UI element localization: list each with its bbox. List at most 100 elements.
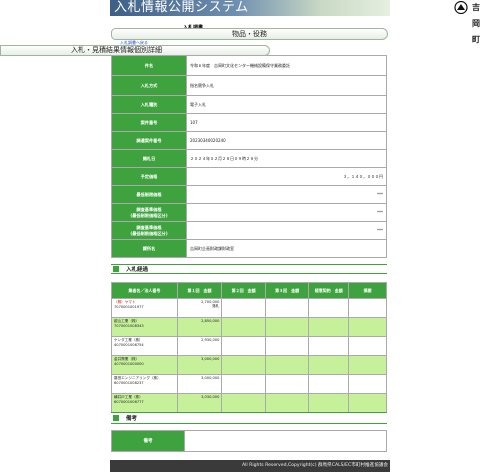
- empty-cell: [308, 355, 350, 375]
- info-value: ３，１４０，０００円: [186, 167, 387, 186]
- info-label: 入札種別: [111, 95, 187, 114]
- remarks-label: 備考: [111, 430, 185, 452]
- empty-cell: [221, 393, 266, 413]
- info-row: 案件番号 107: [111, 113, 387, 132]
- info-label: 開札日: [111, 149, 187, 168]
- info-value: 20230340020240: [186, 131, 387, 150]
- info-row: 調査基準価格 (最低制限価格区分) ***: [111, 221, 387, 240]
- table-row: 横井戸工業（株） 6070001006777 3,030,000: [111, 393, 387, 413]
- info-label: 案件番号: [111, 113, 187, 132]
- amount-value: 3,030,000: [201, 395, 220, 399]
- bidder-cell: 金井興業（株） 4070001000000: [111, 355, 178, 375]
- corporate-number: 6070001006777: [114, 400, 144, 404]
- corporate-number: 7070001001977: [114, 305, 144, 309]
- amount-value: 2,930,000: [201, 338, 220, 342]
- table-row: 越山工業（株） 7070001008343 2,850,000: [111, 317, 387, 337]
- empty-cell: [348, 317, 387, 337]
- amount-round1: 3,000,000: [176, 355, 223, 375]
- results-section-title: 入札経過: [126, 267, 149, 273]
- bidder-cell: 横井戸工業（株） 6070001006777: [111, 393, 178, 413]
- info-value: 指名競争入札: [186, 75, 387, 96]
- empty-cell: [348, 355, 387, 375]
- footer: All Rights Reserved,Copyright(c) 群馬県CALS…: [110, 460, 390, 472]
- town-name: 吉岡町: [472, 3, 480, 44]
- bid-info-table: 件名 令和６年度 吉岡町文化センター機械設備保守業務委託 入札方式 指名競争入札 入札種…: [111, 55, 387, 258]
- empty-cell: [348, 374, 387, 394]
- info-value: ***: [186, 203, 387, 222]
- corporate-number: 4070001006754: [114, 343, 144, 347]
- info-value: ***: [186, 185, 387, 204]
- info-label: 調達案件番号: [111, 131, 187, 150]
- info-row: 件名 令和６年度 吉岡町文化センター機械設備保守業務委託: [111, 55, 387, 76]
- empty-cell: [308, 298, 350, 318]
- remarks-table: 備考: [111, 430, 387, 452]
- info-row: 入札方式 指名競争入札: [111, 75, 387, 96]
- empty-cell: [264, 393, 310, 413]
- info-label: 予定価格: [111, 167, 187, 186]
- site-header: 入札情報公開システム 吉岡町: [110, 0, 480, 44]
- empty-cell: [264, 317, 310, 337]
- empty-cell: [308, 374, 350, 394]
- column-header: 随意契約 金額: [308, 282, 350, 299]
- amount-round1: 3,000,000: [176, 374, 223, 394]
- column-header: 第１回 金額: [176, 282, 223, 299]
- info-value: ***: [186, 221, 387, 240]
- empty-cell: [264, 374, 310, 394]
- info-label: 件名: [111, 55, 187, 76]
- amount-round1: 2,700,000 落札: [176, 298, 223, 318]
- section-marker: [113, 415, 119, 421]
- section-marker: [113, 266, 119, 272]
- info-value: 電子入札: [186, 95, 387, 114]
- info-label: 課所名: [111, 239, 187, 258]
- divider: [111, 264, 387, 265]
- info-row: 調達案件番号 20230340020240: [111, 131, 387, 150]
- empty-cell: [221, 298, 266, 318]
- info-label: 最低制限価格: [111, 185, 187, 204]
- info-value: ２０２４年０２月２８日０９時２８分: [186, 149, 387, 168]
- divider: [111, 273, 387, 274]
- amount-value: 3,000,000: [201, 376, 220, 380]
- info-value: 令和６年度 吉岡町文化センター機械設備保守業務委託: [186, 55, 387, 76]
- empty-cell: [264, 298, 310, 318]
- table-row: 藤田エンジニアリング（株） 6070001008237 3,000,000: [111, 374, 387, 394]
- info-label: 入札方式: [111, 75, 187, 96]
- bidder-cell: 藤田エンジニアリング（株） 6070001008237: [111, 374, 178, 394]
- bid-results-table: 業者名／法人番号 第１回 金額 第２回 金額 第３回 金額 随意契約 金額 摘要 （株）ヤ…: [111, 282, 387, 413]
- info-label: 調査基準価格 (最低制限価格区分): [111, 203, 187, 222]
- info-label: 調査基準価格 (最低制限価格区分): [111, 221, 187, 240]
- amount-value: 3,000,000: [201, 357, 220, 361]
- copyright-text: All Rights Reserved,Copyright(c) 群馬県CALS…: [242, 463, 388, 468]
- empty-cell: [221, 336, 266, 356]
- corporate-number: 7070001008343: [114, 324, 144, 328]
- remarks-section-title: 備考: [126, 416, 138, 422]
- bidder-cell: （株）ヤマト 7070001001977: [111, 298, 178, 318]
- info-value: 吉岡町企画財政課財政室: [186, 239, 387, 258]
- info-row: 最低制限価格 ***: [111, 185, 387, 204]
- empty-cell: [308, 393, 350, 413]
- empty-cell: [348, 393, 387, 413]
- empty-cell: [348, 298, 387, 318]
- column-header: 摘要: [348, 282, 387, 299]
- empty-cell: [348, 336, 387, 356]
- divider: [111, 412, 387, 413]
- bidder-cell: ケンダ工業（株） 4070001006754: [111, 336, 178, 356]
- info-row: 予定価格 ３，１４０，０００円: [111, 167, 387, 186]
- amount-value: 2,850,000: [201, 319, 220, 323]
- empty-cell: [221, 374, 266, 394]
- column-header: 第２回 金額: [221, 282, 266, 299]
- corporate-number: 6070001008237: [114, 381, 144, 385]
- amount-round1: 2,850,000: [176, 317, 223, 337]
- divider: [111, 423, 387, 424]
- empty-cell: [308, 336, 350, 356]
- bidder-cell: 越山工業（株） 7070001008343: [111, 317, 178, 337]
- town-emblem-icon: [454, 1, 468, 14]
- info-row: 課所名 吉岡町企画財政課財政室: [111, 239, 387, 258]
- amount-round1: 2,930,000: [176, 336, 223, 356]
- column-header: 業者名／法人番号: [111, 282, 178, 299]
- table-row: （株）ヤマト 7070001001977 2,700,000 落札: [111, 298, 387, 318]
- amount-round1: 3,030,000: [176, 393, 223, 413]
- empty-cell: [264, 336, 310, 356]
- table-row: 金井興業（株） 4070001000000 3,000,000: [111, 355, 387, 375]
- site-title: 入札情報公開システム: [114, 0, 249, 15]
- tab-category[interactable]: 物品・役務: [111, 28, 388, 40]
